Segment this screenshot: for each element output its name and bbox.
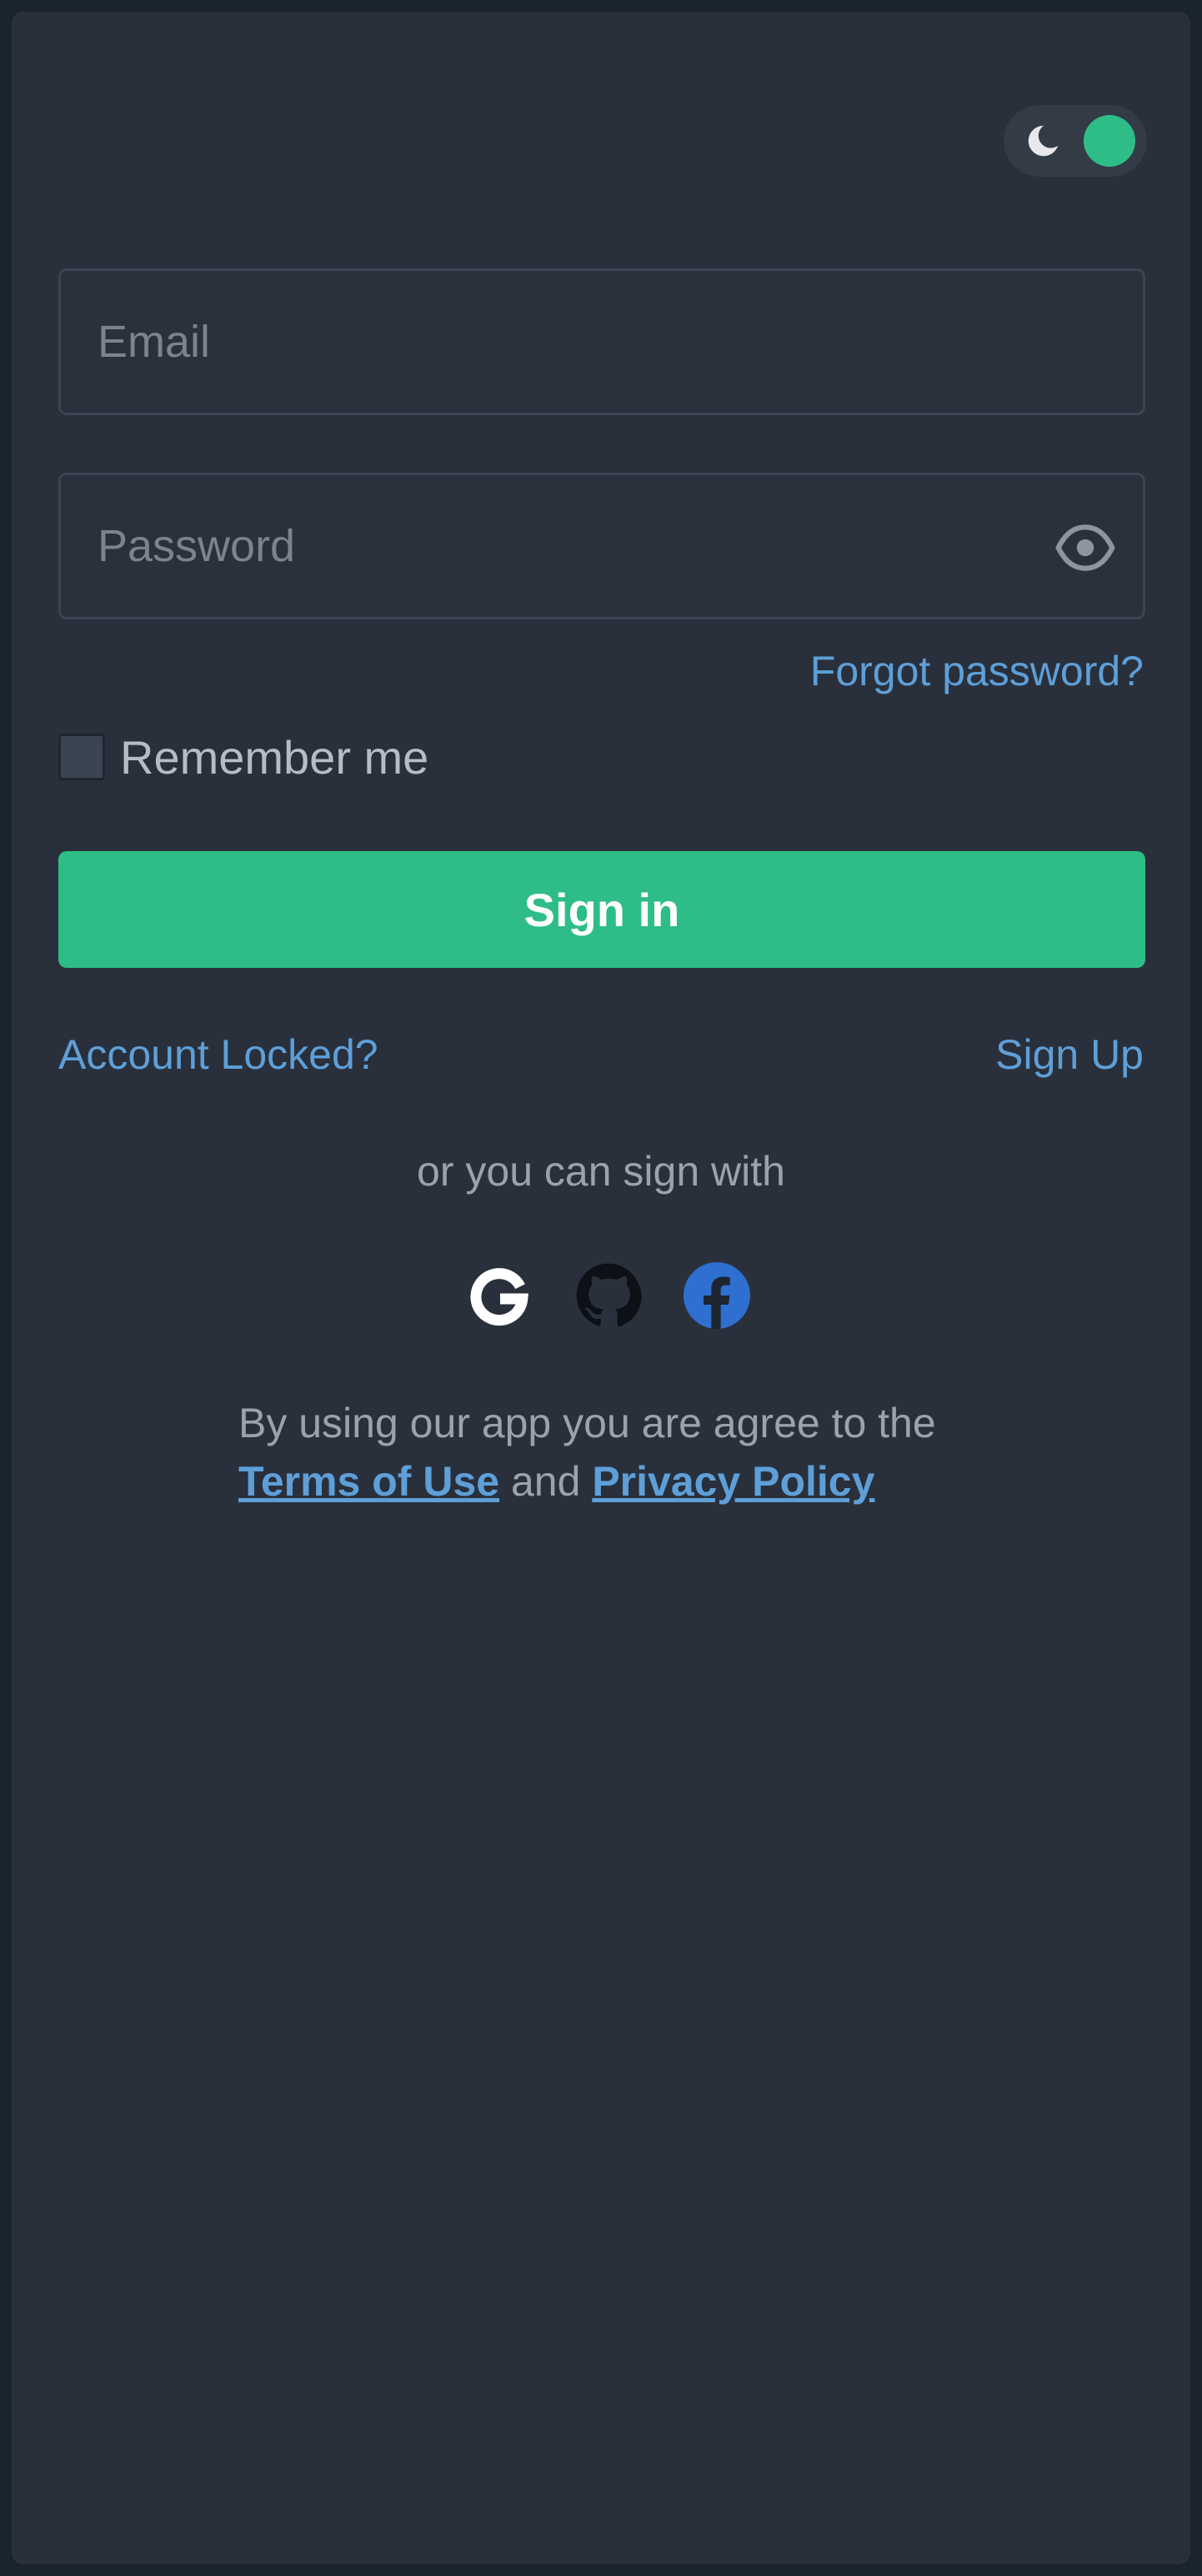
remember-me: Remember me [58,730,428,784]
forgot-password-link[interactable]: Forgot password? [810,647,1144,695]
facebook-icon[interactable] [684,1262,750,1329]
password-field[interactable] [58,473,1145,619]
theme-toggle[interactable] [1004,105,1147,177]
github-icon[interactable] [575,1262,642,1329]
login-card: Forgot password? Remember me Sign in Acc… [12,12,1190,2564]
moon-icon [1028,125,1059,157]
toggle-knob [1084,115,1135,167]
privacy-policy-link[interactable]: Privacy Policy [592,1458,874,1505]
terms-connector: and [510,1458,581,1505]
terms-of-use-link[interactable]: Terms of Use [238,1458,499,1505]
google-icon[interactable] [467,1262,533,1329]
terms-prefix: By using our app you are agree to the [238,1400,936,1446]
remember-me-checkbox[interactable] [58,734,105,780]
password-input[interactable] [61,475,1143,617]
sign-up-link[interactable]: Sign Up [995,1030,1144,1079]
social-heading: or you can sign with [417,1148,785,1195]
eye-icon[interactable] [1053,517,1118,579]
account-locked-link[interactable]: Account Locked? [58,1030,378,1079]
email-field[interactable] [58,268,1145,415]
email-input[interactable] [61,271,1143,413]
terms-notice: By using our app you are agree to the Te… [238,1394,989,1511]
sign-in-button[interactable]: Sign in [58,851,1145,968]
remember-me-label: Remember me [120,730,429,784]
